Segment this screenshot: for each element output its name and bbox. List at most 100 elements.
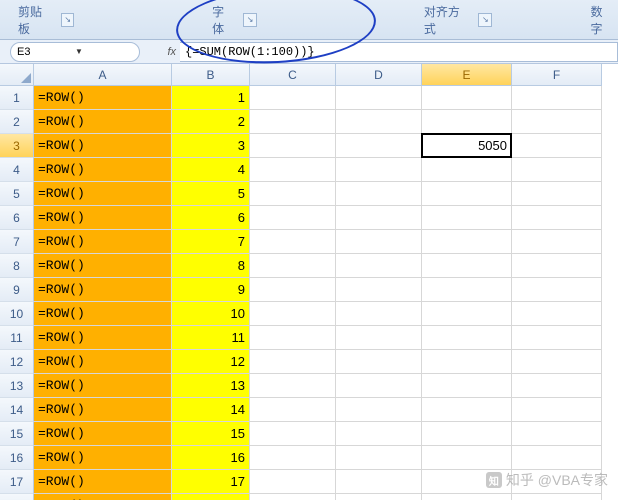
name-box[interactable]: E3 ▼ [10, 42, 140, 62]
cell-E5[interactable] [422, 182, 512, 206]
column-header-E[interactable]: E [422, 64, 512, 86]
cell-E18[interactable] [422, 494, 512, 500]
dialog-launcher-icon[interactable]: ↘ [243, 13, 257, 27]
cell-B7[interactable]: 7 [172, 230, 250, 254]
cell-F3[interactable] [512, 134, 602, 158]
cell-E10[interactable] [422, 302, 512, 326]
cell-A10[interactable]: =ROW() [34, 302, 172, 326]
cell-F7[interactable] [512, 230, 602, 254]
cell-A7[interactable]: =ROW() [34, 230, 172, 254]
cell-D11[interactable] [336, 326, 422, 350]
cell-C13[interactable] [250, 374, 336, 398]
dialog-launcher-icon[interactable]: ↘ [478, 13, 492, 27]
cell-E1[interactable] [422, 86, 512, 110]
row-header[interactable]: 9 [0, 278, 34, 302]
row-header[interactable]: 10 [0, 302, 34, 326]
row-header[interactable]: 13 [0, 374, 34, 398]
cell-F11[interactable] [512, 326, 602, 350]
cell-D9[interactable] [336, 278, 422, 302]
cell-A11[interactable]: =ROW() [34, 326, 172, 350]
cell-E4[interactable] [422, 158, 512, 182]
cell-D1[interactable] [336, 86, 422, 110]
cell-D16[interactable] [336, 446, 422, 470]
formula-bar-input[interactable]: {=SUM(ROW(1:100))} [180, 42, 618, 62]
cell-C16[interactable] [250, 446, 336, 470]
cell-C3[interactable] [250, 134, 336, 158]
cell-F15[interactable] [512, 422, 602, 446]
cell-A13[interactable]: =ROW() [34, 374, 172, 398]
cell-D7[interactable] [336, 230, 422, 254]
cell-B1[interactable]: 1 [172, 86, 250, 110]
cell-A2[interactable]: =ROW() [34, 110, 172, 134]
cell-A14[interactable]: =ROW() [34, 398, 172, 422]
cell-C12[interactable] [250, 350, 336, 374]
cell-A17[interactable]: =ROW() [34, 470, 172, 494]
cell-B4[interactable]: 4 [172, 158, 250, 182]
row-header[interactable]: 18 [0, 494, 34, 500]
cell-A8[interactable]: =ROW() [34, 254, 172, 278]
cell-D3[interactable] [336, 134, 422, 158]
cell-A15[interactable]: =ROW() [34, 422, 172, 446]
cell-A5[interactable]: =ROW() [34, 182, 172, 206]
cell-B18[interactable] [172, 494, 250, 500]
cell-B11[interactable]: 11 [172, 326, 250, 350]
cell-E7[interactable] [422, 230, 512, 254]
cell-B9[interactable]: 9 [172, 278, 250, 302]
cell-E12[interactable] [422, 350, 512, 374]
cell-D5[interactable] [336, 182, 422, 206]
cell-B15[interactable]: 15 [172, 422, 250, 446]
cell-B17[interactable]: 17 [172, 470, 250, 494]
cell-E11[interactable] [422, 326, 512, 350]
cell-F5[interactable] [512, 182, 602, 206]
select-all-corner[interactable] [0, 64, 34, 86]
cell-F18[interactable] [512, 494, 602, 500]
cell-A6[interactable]: =ROW() [34, 206, 172, 230]
cell-C18[interactable] [250, 494, 336, 500]
cell-D10[interactable] [336, 302, 422, 326]
cell-E2[interactable] [422, 110, 512, 134]
cell-B6[interactable]: 6 [172, 206, 250, 230]
cell-C9[interactable] [250, 278, 336, 302]
cell-D6[interactable] [336, 206, 422, 230]
dialog-launcher-icon[interactable]: ↘ [61, 13, 75, 27]
row-header[interactable]: 6 [0, 206, 34, 230]
row-header[interactable]: 11 [0, 326, 34, 350]
row-header[interactable]: 1 [0, 86, 34, 110]
column-header-F[interactable]: F [512, 64, 602, 86]
cell-B13[interactable]: 13 [172, 374, 250, 398]
row-header[interactable]: 3 [0, 134, 34, 158]
cell-C4[interactable] [250, 158, 336, 182]
cell-E13[interactable] [422, 374, 512, 398]
cell-A18[interactable]: =ROW() [34, 494, 172, 500]
row-header[interactable]: 12 [0, 350, 34, 374]
cell-E6[interactable] [422, 206, 512, 230]
cell-F1[interactable] [512, 86, 602, 110]
cell-D12[interactable] [336, 350, 422, 374]
cell-F14[interactable] [512, 398, 602, 422]
row-header[interactable]: 16 [0, 446, 34, 470]
cell-C8[interactable] [250, 254, 336, 278]
row-header[interactable]: 14 [0, 398, 34, 422]
column-header-D[interactable]: D [336, 64, 422, 86]
cell-C1[interactable] [250, 86, 336, 110]
cell-A4[interactable]: =ROW() [34, 158, 172, 182]
column-header-A[interactable]: A [34, 64, 172, 86]
cell-F10[interactable] [512, 302, 602, 326]
cell-B10[interactable]: 10 [172, 302, 250, 326]
cell-E3[interactable]: 5050 [422, 134, 512, 158]
cell-E14[interactable] [422, 398, 512, 422]
fx-icon[interactable]: fx [140, 46, 180, 58]
cell-D15[interactable] [336, 422, 422, 446]
cell-E15[interactable] [422, 422, 512, 446]
cell-B8[interactable]: 8 [172, 254, 250, 278]
cell-F13[interactable] [512, 374, 602, 398]
cell-A1[interactable]: =ROW() [34, 86, 172, 110]
cell-B12[interactable]: 12 [172, 350, 250, 374]
cell-F8[interactable] [512, 254, 602, 278]
cell-D17[interactable] [336, 470, 422, 494]
cell-B3[interactable]: 3 [172, 134, 250, 158]
cell-B16[interactable]: 16 [172, 446, 250, 470]
cell-C17[interactable] [250, 470, 336, 494]
cell-A16[interactable]: =ROW() [34, 446, 172, 470]
cell-B5[interactable]: 5 [172, 182, 250, 206]
